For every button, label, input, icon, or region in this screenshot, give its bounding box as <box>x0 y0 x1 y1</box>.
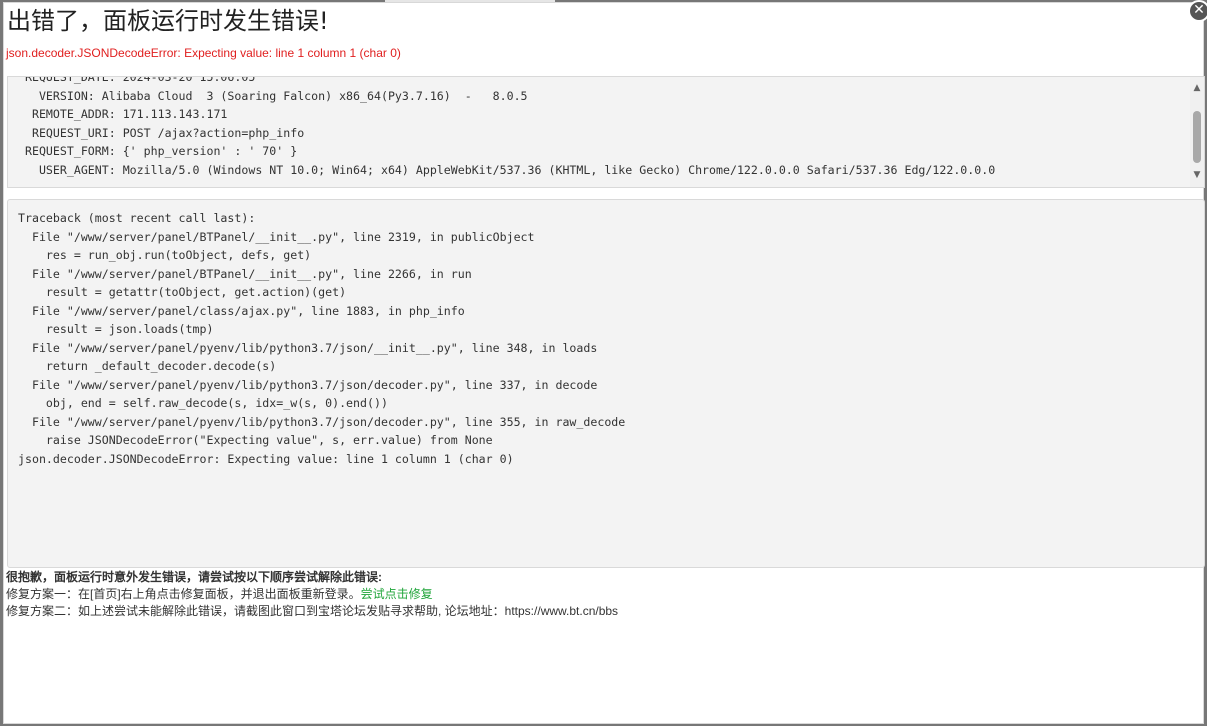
request-info-line: USER_AGENT: Mozilla/5.0 (Windows NT 10.0… <box>18 162 996 177</box>
request-info-line: REMOTE_ADDR: 171.113.143.171 <box>18 107 228 121</box>
request-scrollbar[interactable]: ▲ ▼ <box>1190 77 1204 187</box>
traceback-line: result = json.loads(tmp) <box>18 322 214 336</box>
traceback-line: Traceback (most recent call last): <box>18 211 256 225</box>
request-info-panel[interactable]: REQUEST_DATE: 2024-03-20 15:06:05 VERSIO… <box>7 76 1205 188</box>
request-info-line: REQUEST_FORM: {' php_version' : ' 70' } <box>18 144 298 158</box>
close-icon[interactable]: ✕ <box>1188 0 1207 22</box>
error-dialog: 出错了，面板运行时发生错误! json.decoder.JSONDecodeEr… <box>3 2 1205 724</box>
traceback-line: result = getattr(toObject, get.action)(g… <box>18 285 347 299</box>
traceback-line: raise JSONDecodeError("Expecting value",… <box>18 433 493 447</box>
traceback-line: res = run_obj.run(toObject, defs, get) <box>18 248 312 262</box>
try-repair-link[interactable]: 尝试点击修复 <box>361 587 433 601</box>
traceback-line: return _default_decoder.decode(s) <box>18 359 277 373</box>
traceback-line: File "/www/server/panel/class/ajax.py", … <box>18 303 465 318</box>
help-heading: 很抱歉，面板运行时意外发生错误，请尝试按以下顺序尝试解除此错误: <box>6 570 382 584</box>
request-info-line: VERSION: Alibaba Cloud 3 (Soaring Falcon… <box>18 88 528 103</box>
help-section: 很抱歉，面板运行时意外发生错误，请尝试按以下顺序尝试解除此错误: 修复方案一：在… <box>6 569 618 620</box>
request-info-line: REQUEST_DATE: 2024-03-20 15:06:05 <box>18 76 256 84</box>
solution-one: 修复方案一：在[首页]右上角点击修复面板，并退出面板重新登录。尝试点击修复 <box>6 586 618 603</box>
scrollbar-thumb[interactable] <box>1193 111 1201 163</box>
scroll-up-arrow-icon[interactable]: ▲ <box>1192 83 1202 93</box>
traceback-line: File "/www/server/panel/pyenv/lib/python… <box>18 414 626 429</box>
dialog-title: 出错了，面板运行时发生错误! <box>7 7 329 35</box>
traceback-line: File "/www/server/panel/BTPanel/__init__… <box>18 229 535 244</box>
traceback-line: File "/www/server/panel/BTPanel/__init__… <box>18 266 472 281</box>
scroll-down-arrow-icon[interactable]: ▼ <box>1192 170 1202 180</box>
traceback-panel: Traceback (most recent call last): File … <box>7 199 1205 568</box>
solution-two: 修复方案二：如上述尝试未能解除此错误，请截图此窗口到宝塔论坛发贴寻求帮助, 论坛… <box>6 604 619 618</box>
traceback-line: json.decoder.JSONDecodeError: Expecting … <box>18 451 514 466</box>
traceback-line: obj, end = self.raw_decode(s, idx=_w(s, … <box>18 396 388 410</box>
error-summary: json.decoder.JSONDecodeError: Expecting … <box>6 46 401 60</box>
traceback-line: File "/www/server/panel/pyenv/lib/python… <box>18 340 598 355</box>
request-info-line: REQUEST_URI: POST /ajax?action=php_info <box>18 125 305 140</box>
solution-one-text: 修复方案一：在[首页]右上角点击修复面板，并退出面板重新登录。 <box>6 587 361 601</box>
traceback-line: File "/www/server/panel/pyenv/lib/python… <box>18 377 598 392</box>
